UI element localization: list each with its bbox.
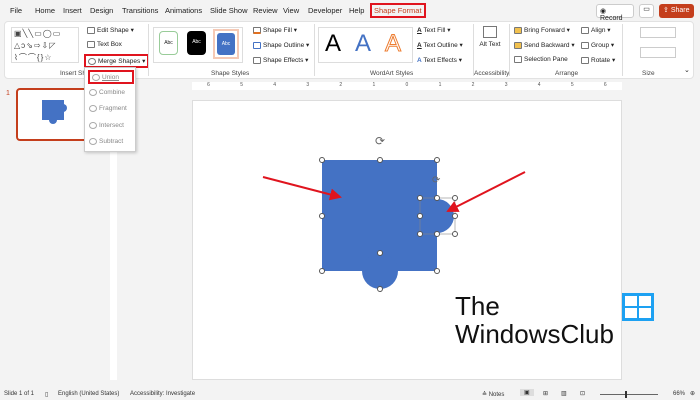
zoom-slider[interactable] <box>600 391 658 398</box>
subtract-icon <box>89 138 97 145</box>
windowsclub-logo: The WindowsClub <box>455 292 614 348</box>
resize-handle[interactable] <box>452 213 458 219</box>
reading-view-icon[interactable]: ▥ <box>561 390 567 397</box>
windows-logo-icon <box>622 293 654 321</box>
resize-handle[interactable] <box>377 157 383 163</box>
intersect-icon <box>89 122 97 129</box>
menu-item-intersect[interactable]: Intersect <box>89 122 124 129</box>
menu-item-fragment[interactable]: Fragment <box>89 105 127 112</box>
resize-handle[interactable] <box>417 231 423 237</box>
resize-handle[interactable] <box>377 286 383 292</box>
rotate-handle-icon[interactable]: ⟳ <box>432 175 441 186</box>
logo-line2: WindowsClub <box>455 319 614 349</box>
union-icon <box>92 74 100 81</box>
fragment-icon <box>89 105 97 112</box>
menu-item-combine[interactable]: Combine <box>89 89 125 96</box>
zoom-slider-thumb[interactable] <box>625 391 627 398</box>
fragment-label: Fragment <box>99 105 127 113</box>
accessibility-status[interactable]: Accessibility: Investigate <box>130 391 195 397</box>
slide-sorter-icon[interactable]: ⊞ <box>543 390 548 397</box>
menu-item-subtract[interactable]: Subtract <box>89 138 123 145</box>
right-circle-shape[interactable] <box>420 199 454 233</box>
language-status[interactable]: English (United States) <box>58 391 119 397</box>
resize-handle[interactable] <box>417 213 423 219</box>
zoom-level[interactable]: 66% <box>673 391 685 397</box>
status-bar: Slide 1 of 1 ▯ English (United States) A… <box>0 388 700 400</box>
notes-button[interactable]: ≙ Notes <box>482 391 504 398</box>
resize-handle[interactable] <box>452 195 458 201</box>
rotate-handle-icon[interactable]: ⟳ <box>375 134 385 148</box>
resize-handle[interactable] <box>452 231 458 237</box>
combine-icon <box>89 89 97 96</box>
intersect-label: Intersect <box>99 122 124 130</box>
resize-handle[interactable] <box>434 231 440 237</box>
resize-handle[interactable] <box>319 157 325 163</box>
combine-label: Combine <box>99 89 126 97</box>
spellcheck-icon[interactable]: ▯ <box>45 391 48 398</box>
fit-slide-icon[interactable]: ⊕ <box>690 390 695 397</box>
slideshow-icon[interactable]: ⊡ <box>580 390 585 397</box>
resize-handle[interactable] <box>434 157 440 163</box>
menu-item-union[interactable]: Union <box>88 70 134 84</box>
slide-count: Slide 1 of 1 <box>4 391 35 397</box>
notes-label: Notes <box>488 392 505 398</box>
resize-handle[interactable] <box>319 213 325 219</box>
red-arrow-right <box>446 171 526 212</box>
normal-view-icon[interactable]: ▣ <box>520 389 534 396</box>
merge-shapes-menu: Union Combine Fragment Intersect Subtrac… <box>84 67 136 152</box>
resize-handle[interactable] <box>434 268 440 274</box>
resize-handle[interactable] <box>319 268 325 274</box>
union-label: Union <box>102 74 119 82</box>
bottom-circle-shape[interactable] <box>362 253 398 289</box>
resize-handle[interactable] <box>434 195 440 201</box>
resize-handle[interactable] <box>417 195 423 201</box>
resize-handle[interactable] <box>377 250 383 256</box>
subtract-label: Subtract <box>99 138 124 146</box>
logo-line1: The <box>455 291 500 321</box>
